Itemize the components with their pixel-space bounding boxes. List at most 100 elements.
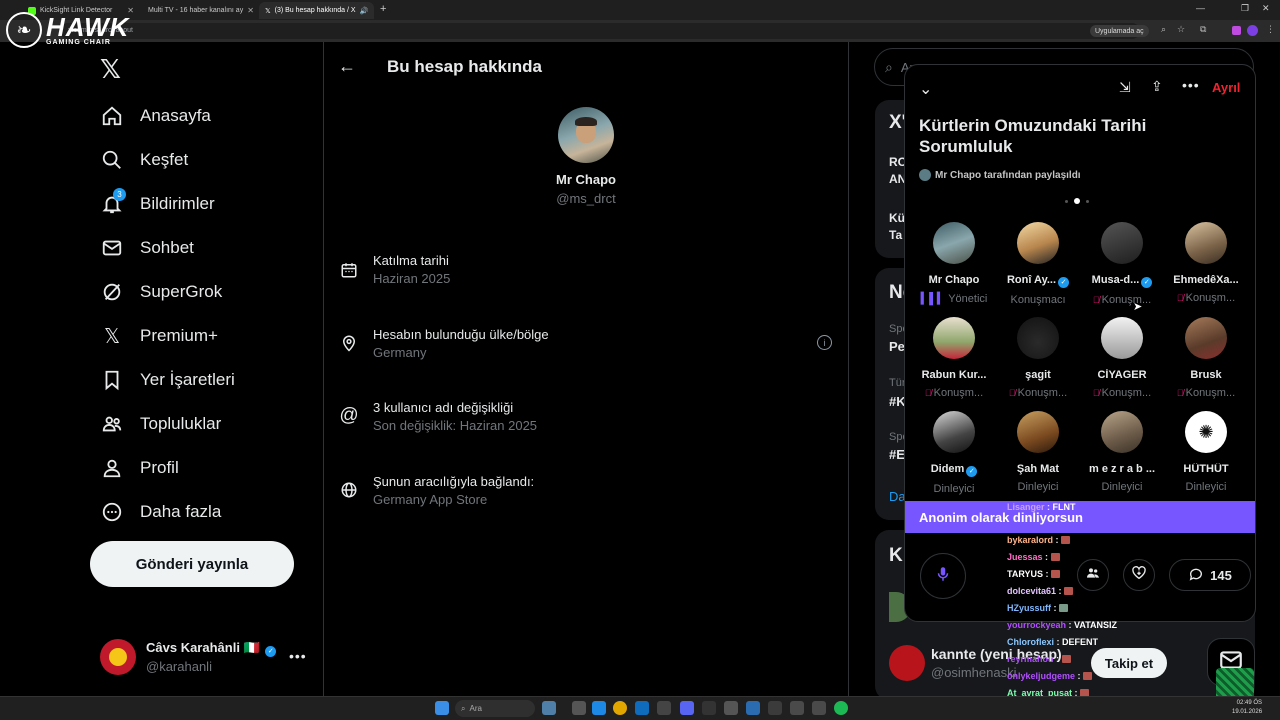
chat-message: reyrmahou : [1007, 654, 1071, 664]
browser-tab-active[interactable]: 𝕏 (3) Bu hesap hakkında / X 🔊 ✕ [259, 2, 374, 19]
leave-space-button[interactable]: Ayrıl [1212, 80, 1240, 95]
account-more-icon[interactable]: ••• [289, 648, 307, 664]
browser-tab-bar: KickSight Link Detector ✕ Multi TV - 16 … [0, 0, 1280, 20]
speaker-icon[interactable]: 🔊 [360, 7, 369, 15]
zoom-icon[interactable]: ⌕ [1161, 24, 1166, 35]
topic-title[interactable]: #E [889, 447, 905, 462]
close-window-icon[interactable]: ✕ [1262, 3, 1270, 14]
nav-item-messages[interactable]: Sohbet [100, 236, 194, 260]
mic-muted-icon: 🎙̸ [924, 388, 932, 398]
profile-avatar-icon[interactable] [1247, 25, 1258, 36]
app-icon[interactable] [592, 701, 606, 715]
listener[interactable]: ✺ HÜTHÜT Dinleyici [1164, 411, 1248, 493]
page-dot[interactable] [1065, 199, 1068, 203]
follow-button[interactable]: Takip et [1091, 648, 1167, 678]
suggestion-avatar[interactable] [889, 645, 925, 681]
nav-item-communities[interactable]: Topluluklar [100, 412, 221, 436]
more-options-icon[interactable]: ••• [1182, 77, 1200, 93]
windows-start-icon[interactable] [435, 701, 449, 715]
system-clock[interactable]: 02:49 ÖS 19.01.2026 [1232, 699, 1262, 717]
speaker-role: ▍▌▍ Yönetici [920, 293, 988, 305]
edge-icon[interactable] [635, 701, 649, 715]
extension-icon[interactable] [1232, 26, 1241, 35]
microphone-button[interactable] [920, 553, 966, 599]
maximize-icon[interactable]: ❐ [1241, 3, 1249, 14]
app-icon[interactable] [768, 701, 782, 715]
speaker[interactable]: Musa-d... ✓ 🎙̸ Konuşm... [1080, 222, 1164, 306]
spotify-icon[interactable] [834, 701, 848, 715]
profile-avatar[interactable] [558, 107, 614, 163]
app-icon[interactable] [746, 701, 760, 715]
trending-line[interactable]: Kü [889, 211, 905, 225]
app-icon[interactable] [790, 701, 804, 715]
close-tab-icon[interactable]: ✕ [247, 6, 254, 15]
nav-item-premium[interactable]: 𝕏 Premium+ [100, 324, 218, 348]
new-tab-icon[interactable]: + [380, 3, 386, 15]
emote-icon [1051, 570, 1060, 578]
widgets-icon[interactable] [542, 701, 556, 715]
browser-tab[interactable]: Multi TV - 16 haber kanalını ay ✕ [142, 2, 257, 19]
trending-line[interactable]: Ta [889, 228, 902, 242]
listener-avatar [1101, 411, 1143, 453]
speaker[interactable]: CİYAGER 🎙̸ Konuşm... [1080, 317, 1164, 399]
nav-item-profile[interactable]: Profil [100, 456, 179, 480]
discord-icon[interactable] [680, 701, 694, 715]
page-dot[interactable] [1086, 199, 1089, 203]
chat-message: onlykeljudgeme : [1007, 671, 1093, 681]
browser-menu-icon[interactable]: ⋮ [1266, 24, 1275, 35]
bookmark-star-icon[interactable]: ☆ [1177, 24, 1185, 35]
space-title: Kürtlerin Omuzundaki Tarihi Sorumluluk [919, 116, 1147, 156]
taskview-icon[interactable] [572, 701, 586, 715]
speaking-bars-icon: ▍▌▍ [920, 293, 946, 305]
post-button[interactable]: Gönderi yayınla [90, 541, 294, 587]
speaker-role: 🎙̸ Konuşm... [1092, 387, 1152, 399]
speaker[interactable]: Brusk 🎙̸ Konuşm... [1164, 317, 1248, 399]
nav-item-more[interactable]: Daha fazla [100, 500, 221, 524]
app-icon[interactable] [657, 701, 671, 715]
speaker[interactable]: Mr Chapo ▍▌▍ Yönetici [912, 222, 996, 305]
speaker-name: Musa-d... ✓ [1080, 274, 1164, 288]
url-field[interactable]: x.com/ms_drct/about [60, 23, 1140, 39]
nav-item-grok[interactable]: SuperGrok [100, 280, 222, 304]
account-avatar[interactable] [100, 639, 136, 675]
column-divider [323, 42, 324, 700]
listener[interactable]: Didem ✓ Dinleyici [912, 411, 996, 495]
comments-button[interactable]: 145 [1169, 559, 1251, 591]
speaker[interactable]: Ronî Ay... ✓ Konuşmacı [996, 222, 1080, 306]
notification-count-badge: 3 [113, 188, 126, 201]
share-icon[interactable]: ⇪ [1151, 78, 1163, 95]
taskbar-search[interactable]: ⌕ Ara [455, 700, 535, 717]
chrome-icon[interactable] [613, 701, 627, 715]
app-icon[interactable] [724, 701, 738, 715]
speaker[interactable]: Rabun Kur... 🎙̸ Konuşm... [912, 317, 996, 399]
listener[interactable]: m e z r a b ... Dinleyici [1080, 411, 1164, 493]
minimize-icon[interactable]: — [1196, 3, 1205, 13]
collapse-chevron-icon[interactable]: ⌄ [919, 79, 932, 99]
listener[interactable]: Şah Mat Dinleyici [996, 411, 1080, 493]
chat-message: TARYUS : [1007, 569, 1060, 579]
participants-button[interactable] [1077, 559, 1109, 591]
extensions-icon[interactable]: ⧉ [1200, 24, 1206, 35]
open-in-app-button[interactable]: Uygulamada aç [1090, 25, 1149, 37]
info-icon[interactable]: i [817, 335, 832, 350]
x-logo-icon[interactable]: 𝕏 [100, 54, 121, 85]
react-button[interactable] [1123, 559, 1155, 591]
nav-item-home[interactable]: Anasayfa [100, 104, 211, 128]
app-icon[interactable] [702, 701, 716, 715]
page-dot-active[interactable] [1074, 198, 1080, 204]
topic-title[interactable]: Pe [889, 339, 905, 354]
verified-badge-icon: ✓ [966, 466, 978, 477]
column-divider [848, 42, 849, 700]
speaker[interactable]: EhmedêXa... 🎙̸ Konuşm... [1164, 222, 1248, 304]
speaker[interactable]: şagit 🎙̸ Konuşm... [996, 317, 1080, 399]
nav-item-bookmarks[interactable]: Yer İşaretleri [100, 368, 235, 392]
nav-item-explore[interactable]: Keşfet [100, 148, 188, 172]
space-dock: ⌄ ⇲ ⇪ ••• Ayrıl Kürtlerin Omuzundaki Tar… [904, 64, 1256, 622]
minimize-space-icon[interactable]: ⇲ [1119, 79, 1131, 96]
shared-by: Mr Chapo tarafından paylaşıldı [919, 169, 1081, 181]
listener-avatar: ✺ [1185, 411, 1227, 453]
suggestion-handle: @osimhenaski [931, 665, 1017, 680]
calendar-icon [339, 260, 359, 280]
app-icon[interactable] [812, 701, 826, 715]
back-arrow-icon[interactable]: ← [338, 56, 356, 77]
